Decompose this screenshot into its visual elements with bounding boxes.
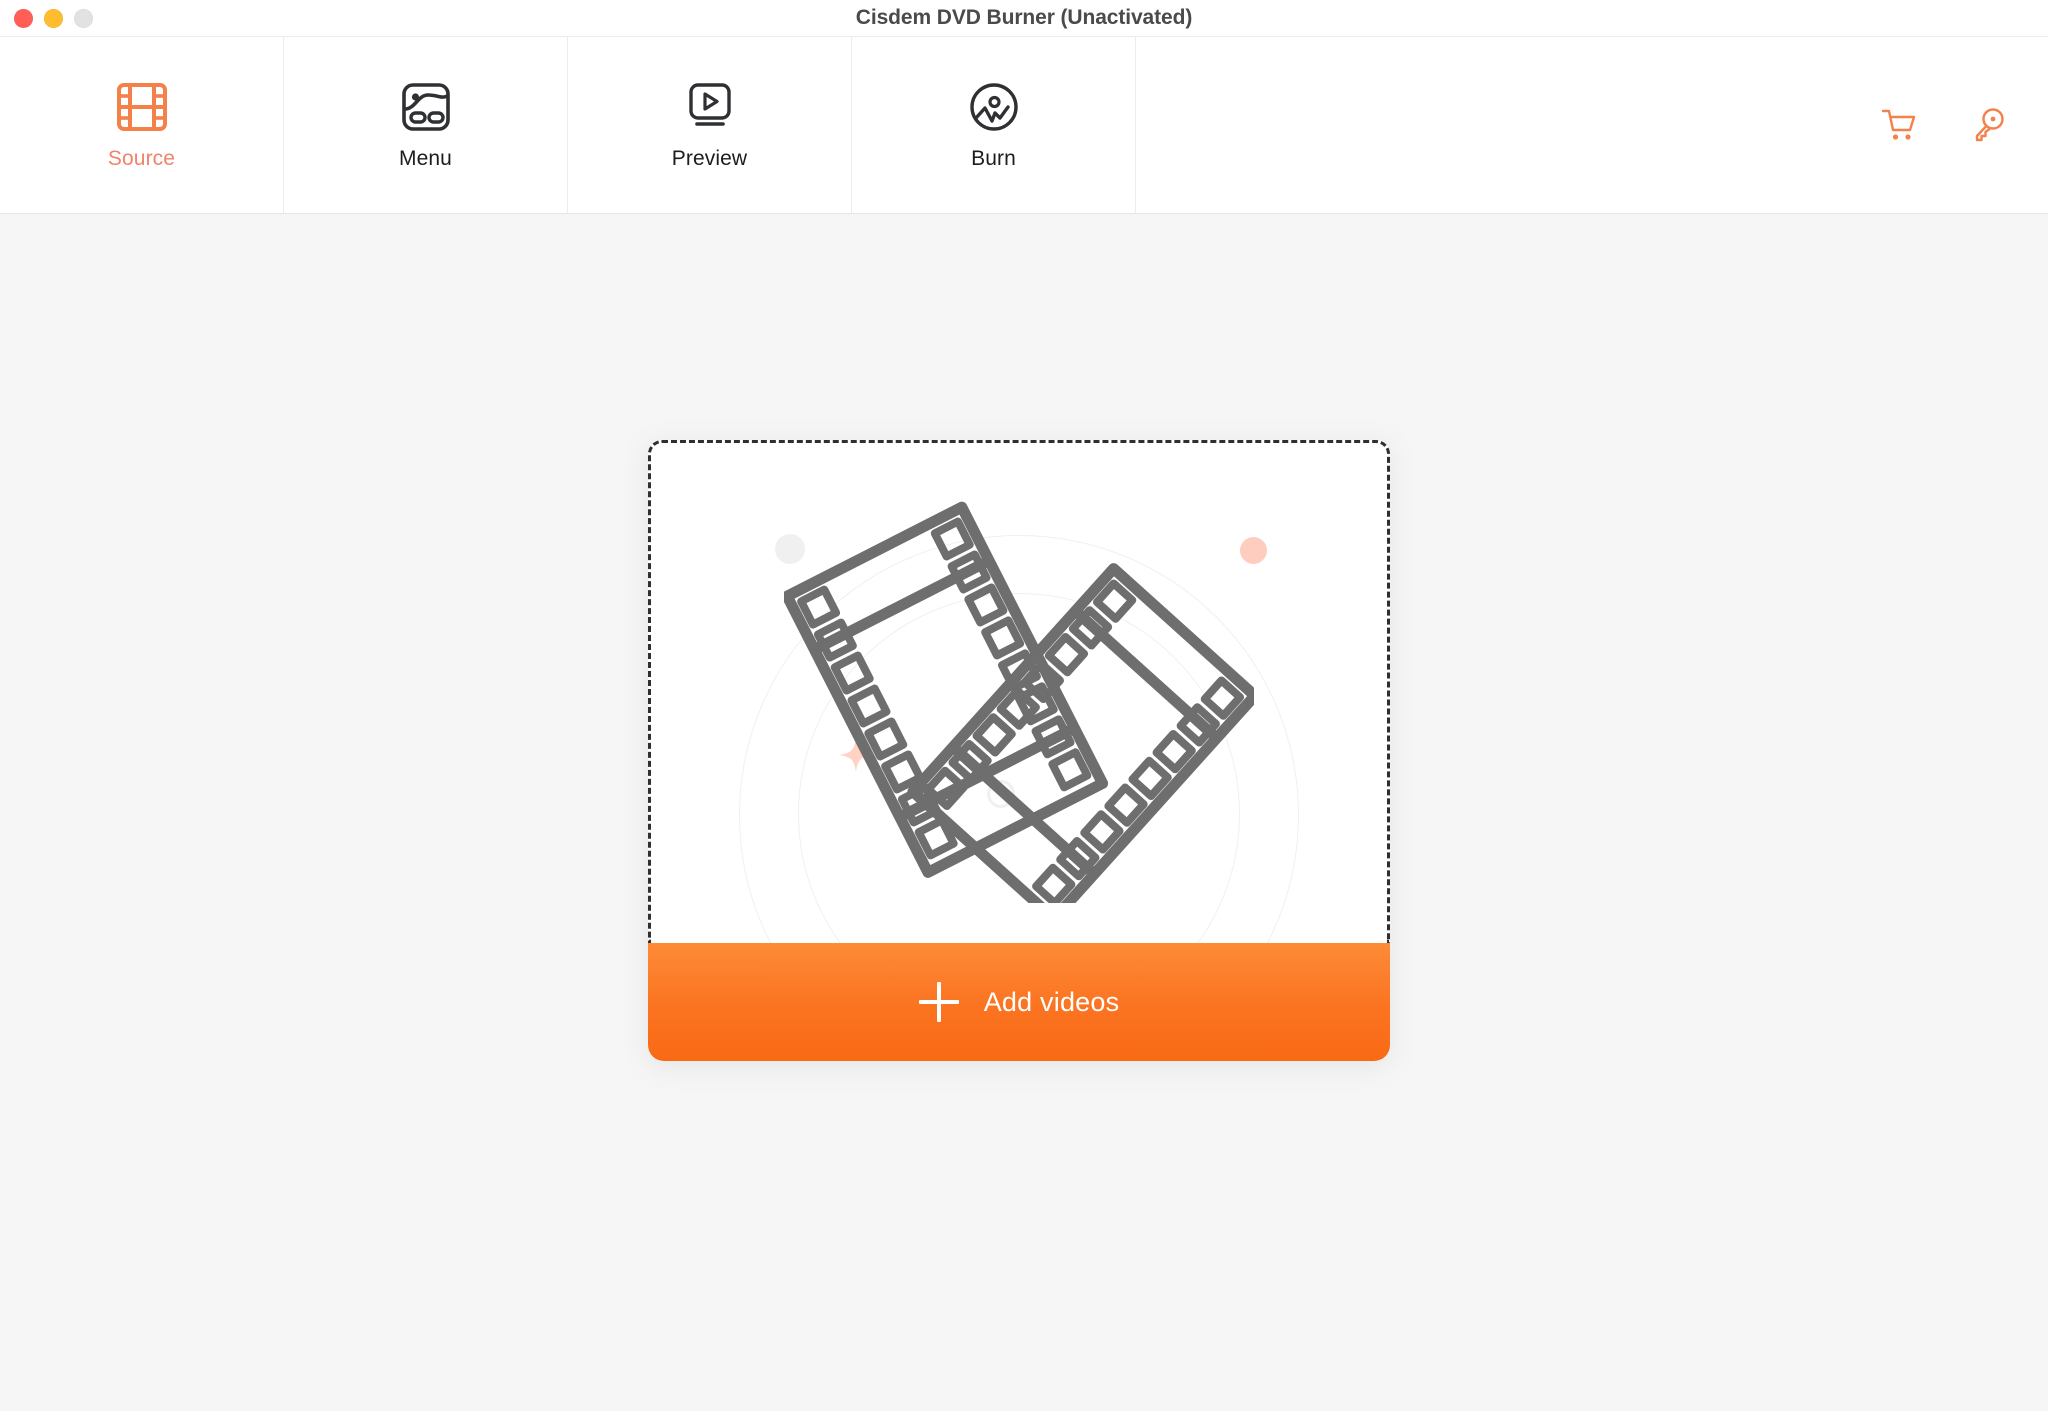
tab-menu[interactable]: Menu xyxy=(284,37,568,213)
tab-preview-label: Preview xyxy=(671,147,748,170)
video-dropzone[interactable] xyxy=(648,440,1390,943)
tab-burn[interactable]: Burn xyxy=(852,37,1136,213)
traffic-light-controls xyxy=(14,0,93,36)
tab-source[interactable]: Source xyxy=(0,37,284,213)
main-toolbar: Source Menu Preview Burn xyxy=(0,36,2048,214)
menu-template-icon xyxy=(397,79,455,135)
tab-preview[interactable]: Preview xyxy=(568,37,852,213)
minimize-window-button[interactable] xyxy=(44,8,63,28)
burn-disc-icon xyxy=(965,79,1023,135)
key-icon[interactable] xyxy=(1968,104,2010,146)
cart-icon[interactable] xyxy=(1878,104,1920,146)
tab-menu-label: Menu xyxy=(399,147,452,170)
title-bar: Cisdem DVD Burner (Unactivated) xyxy=(0,0,2048,36)
film-strip-icon xyxy=(113,79,171,135)
add-videos-button[interactable]: Add videos xyxy=(648,943,1390,1061)
window-title: Cisdem DVD Burner (Unactivated) xyxy=(855,6,1193,29)
close-window-button[interactable] xyxy=(14,8,33,28)
app-window: Cisdem DVD Burner (Unactivated) Source M… xyxy=(0,0,2048,1411)
main-content: Add videos xyxy=(0,214,2048,1411)
zoom-window-button[interactable] xyxy=(74,8,93,28)
toolbar-right-actions xyxy=(1136,37,2048,213)
add-media-card: Add videos xyxy=(648,440,1390,1061)
two-film-strips-icon xyxy=(781,483,1261,925)
tab-source-label: Source xyxy=(107,147,176,170)
add-videos-label: Add videos xyxy=(983,986,1120,1017)
preview-monitor-play-icon xyxy=(681,79,739,135)
tab-burn-label: Burn xyxy=(971,147,1016,170)
plus-icon xyxy=(918,982,959,1022)
